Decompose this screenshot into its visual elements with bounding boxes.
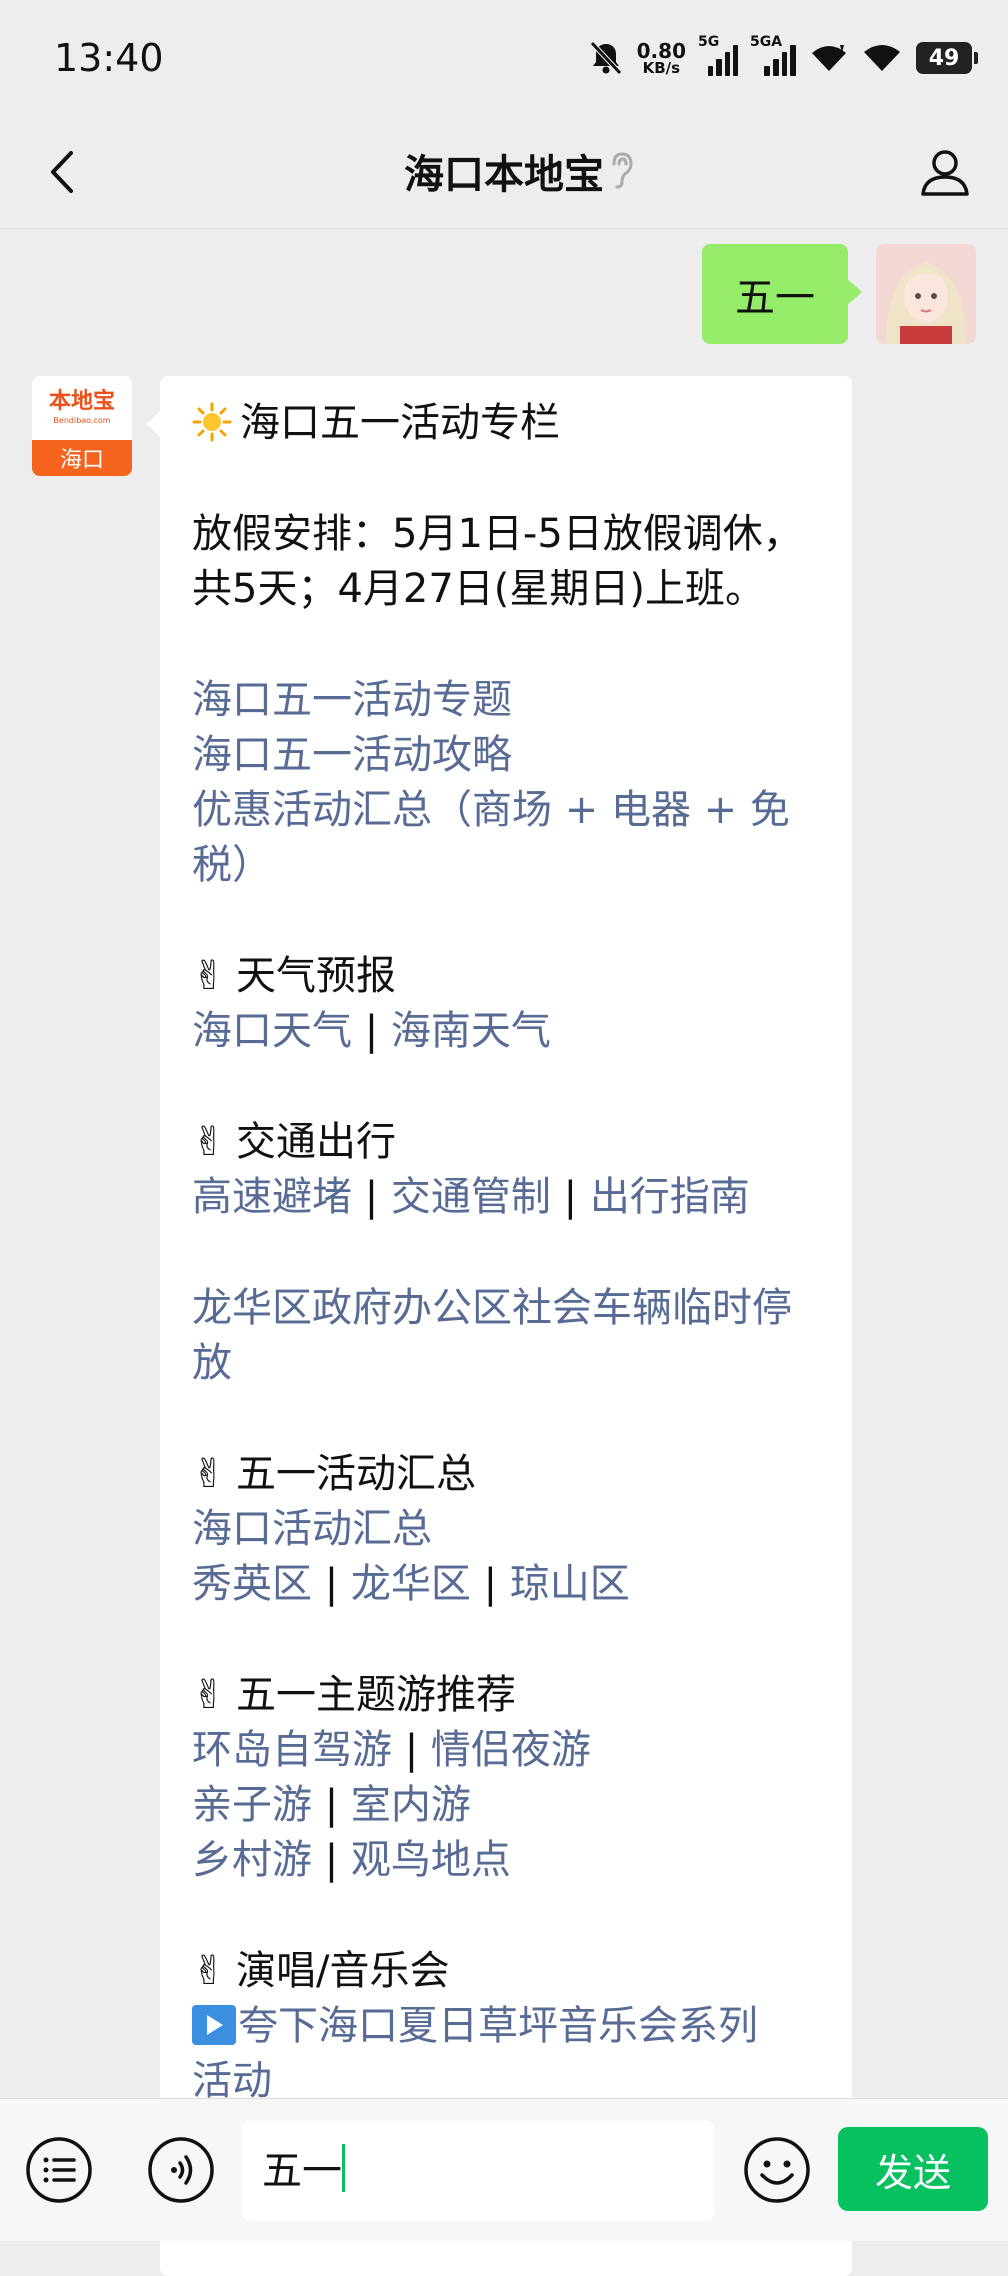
- battery-indicator: 49: [916, 42, 978, 74]
- ear-icon: [612, 152, 633, 189]
- holiday-schedule-line2: 共5天；4月27日(星期日)上班。: [192, 566, 766, 612]
- list-menu-icon: [26, 2137, 92, 2203]
- smiley-icon: [744, 2137, 810, 2203]
- wifi-icon-1: [812, 45, 846, 71]
- play-icon: [192, 2005, 236, 2045]
- link-activity-guide[interactable]: 海口五一活动攻略: [192, 728, 822, 783]
- link-temporary-parking-cont[interactable]: 放: [192, 1336, 822, 1391]
- input-bar: 五一 发送: [0, 2098, 1008, 2241]
- section-events: ✌ 五一活动汇总: [192, 1447, 822, 1502]
- bot-avatar[interactable]: 本地宝 Bendibao.com 海口: [32, 376, 132, 476]
- section-tours: ✌ 五一主题游推荐: [192, 1668, 822, 1723]
- signal-5g-label: 5G: [698, 34, 720, 50]
- user-avatar-image: [876, 244, 976, 344]
- section-traffic: ✌ 交通出行: [192, 1115, 822, 1170]
- emoji-button[interactable]: [742, 2135, 812, 2205]
- link-activity-topic[interactable]: 海口五一活动专题: [192, 673, 822, 728]
- message-header-text: 海口五一活动专栏: [240, 400, 560, 446]
- victory-hand-icon: ✌: [192, 1672, 226, 1718]
- link-traffic-control[interactable]: 交通管制: [391, 1174, 551, 1220]
- link-deals-summary[interactable]: 优惠活动汇总（商场 + 电器 + 免: [192, 783, 822, 838]
- message-input-value: 五一: [262, 2148, 342, 2194]
- message-input[interactable]: 五一: [242, 2121, 714, 2221]
- concert-link-line: 夸下海口夏日草坪音乐会系列: [192, 1999, 822, 2054]
- link-indoor-tour[interactable]: 室内游: [351, 1782, 471, 1828]
- text-caret: [342, 2144, 345, 2192]
- link-birdwatching[interactable]: 观鸟地点: [351, 1837, 511, 1883]
- voice-icon: [148, 2137, 214, 2203]
- holiday-schedule-line1: 放假安排：5月1日-5日放假调休，: [192, 511, 803, 557]
- avatar-city-label: 海口: [32, 440, 132, 476]
- district-links: 秀英区 | 龙华区 | 琼山区: [192, 1561, 630, 1607]
- bendibao-logo: 本地宝: [48, 389, 115, 414]
- sun-icon: [192, 402, 232, 442]
- status-icons: 0.80 KB/s 5G 5GA 49: [589, 34, 978, 80]
- link-xiuying[interactable]: 秀英区: [192, 1561, 312, 1607]
- signal-5ga-icon: 5GA: [750, 34, 796, 76]
- signal-5g-icon: 5G: [698, 34, 738, 76]
- section-tours-title: 五一主题游推荐: [236, 1672, 516, 1718]
- user-avatar[interactable]: [876, 244, 976, 344]
- chat-info-button[interactable]: [910, 140, 980, 204]
- link-family-tour[interactable]: 亲子游: [192, 1782, 312, 1828]
- section-concerts-title: 演唱/音乐会: [236, 1948, 450, 1994]
- section-traffic-title: 交通出行: [236, 1119, 396, 1165]
- section-weather-title: 天气预报: [236, 953, 396, 999]
- section-events-title: 五一活动汇总: [236, 1451, 476, 1497]
- link-island-drive[interactable]: 环岛自驾游: [192, 1727, 392, 1773]
- victory-hand-icon: ✌: [192, 1948, 226, 1994]
- voice-input-button[interactable]: [146, 2135, 216, 2205]
- menu-button[interactable]: [24, 2135, 94, 2205]
- section-weather: ✌ 天气预报: [192, 949, 822, 1004]
- net-speed-value: 0.80: [636, 38, 686, 63]
- tour-links-row3: 乡村游 | 观鸟地点: [192, 1837, 511, 1883]
- tour-links-row1: 环岛自驾游 | 情侣夜游: [192, 1727, 591, 1773]
- bot-message-bubble: 海口五一活动专栏 放假安排：5月1日-5日放假调休， 共5天；4月27日(星期日…: [146, 376, 852, 2276]
- person-icon: [921, 150, 969, 196]
- section-concerts: ✌ 演唱/音乐会: [192, 1944, 822, 1999]
- link-deals-summary-cont[interactable]: 税）: [192, 838, 822, 893]
- chat-title: 海口本地宝: [404, 152, 604, 198]
- victory-hand-icon: ✌: [192, 1451, 226, 1497]
- nav-bar: 海口本地宝: [0, 118, 1008, 229]
- victory-hand-icon: ✌: [192, 1119, 226, 1165]
- link-highway-congestion[interactable]: 高速避堵: [192, 1174, 352, 1220]
- status-bar: 13:40 0.80 KB/s 5G 5GA 49: [0, 0, 1008, 118]
- link-rural-tour[interactable]: 乡村游: [192, 1837, 312, 1883]
- link-longhua[interactable]: 龙华区: [351, 1561, 471, 1607]
- status-time: 13:40: [54, 36, 164, 80]
- link-couple-night-tour[interactable]: 情侣夜游: [431, 1727, 591, 1773]
- link-qiongshan[interactable]: 琼山区: [510, 1561, 630, 1607]
- link-haikou-weather[interactable]: 海口天气: [192, 1008, 352, 1054]
- link-summer-lawn-concert[interactable]: 夸下海口夏日草坪音乐会系列: [238, 2003, 758, 2049]
- link-travel-guide[interactable]: 出行指南: [590, 1174, 750, 1220]
- link-haikou-events[interactable]: 海口活动汇总: [192, 1502, 822, 1557]
- victory-hand-icon: ✌: [192, 953, 226, 999]
- mute-bell-icon: [589, 41, 622, 75]
- traffic-links: 高速避堵 | 交通管制 | 出行指南: [192, 1174, 750, 1220]
- weather-links: 海口天气 | 海南天气: [192, 1008, 551, 1054]
- net-speed: 0.80 KB/s: [637, 41, 686, 76]
- signal-5ga-label: 5GA: [750, 34, 783, 50]
- link-temporary-parking[interactable]: 龙华区政府办公区社会车辆临时停: [192, 1281, 822, 1336]
- tour-links-row2: 亲子游 | 室内游: [192, 1782, 471, 1828]
- send-button[interactable]: 发送: [838, 2127, 988, 2211]
- user-message-bubble[interactable]: 五一: [702, 244, 862, 344]
- bendibao-logo-sub: Bendibao.com: [53, 416, 111, 425]
- wifi-icon-2: [864, 45, 900, 71]
- net-speed-unit: KB/s: [642, 58, 681, 77]
- link-hainan-weather[interactable]: 海南天气: [391, 1008, 551, 1054]
- message-header: 海口五一活动专栏: [192, 396, 822, 451]
